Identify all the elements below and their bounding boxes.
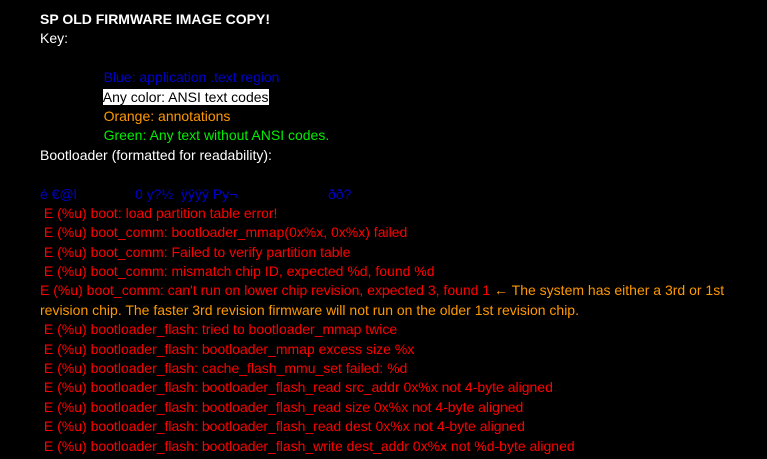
key-orange-text: Orange: annotations <box>103 107 231 124</box>
log-line: E (%u) bootloader_flash: bootloader_flas… <box>40 418 525 435</box>
revision-log-line: E (%u) boot_comm: can't run on lower chi… <box>40 281 740 320</box>
document: SP OLD FIRMWARE IMAGE COPY! Key: Blue: a… <box>40 10 740 456</box>
key-green-text: Green: Any text without ANSI codes. <box>103 127 330 144</box>
key-blue-text: Blue: application .text region <box>103 69 280 86</box>
log-line: E (%u) boot_comm: Failed to verify parti… <box>40 243 351 260</box>
log-line: E (%u) bootloader_flash: bootloader_flas… <box>40 379 553 396</box>
log-line: E (%u) bootloader_flash: bootloader_flas… <box>40 398 524 415</box>
key-label: Key: <box>40 30 69 47</box>
binary-segment: 0 y?½ ÿÿÿÿ Py¬ <box>135 185 238 202</box>
page-title: SP OLD FIRMWARE IMAGE COPY! <box>40 11 270 27</box>
binary-segment: ðð? <box>328 185 352 202</box>
log-line: E (%u) boot_comm: bootloader_mmap(0x%x, … <box>40 224 408 241</box>
log-line: E (%u) boot_comm: mismatch chip ID, expe… <box>40 263 435 280</box>
binary-text-line: é €@l 0 y?½ ÿÿÿÿ Py¬ ðð? <box>40 185 740 204</box>
log-line: E (%u) bootloader_flash: bootloader_mmap… <box>40 340 415 357</box>
revision-log-text: E (%u) boot_comm: can't run on lower chi… <box>40 282 491 299</box>
log-line: E (%u) bootloader_flash: tried to bootlo… <box>40 321 398 338</box>
log-line: E (%u) bootloader_flash: cache_flash_mmu… <box>40 360 408 377</box>
bootloader-heading: Bootloader (formatted for readability): <box>40 146 272 163</box>
log-line: E (%u) bootloader_flash: bootloader_flas… <box>40 437 575 454</box>
binary-segment: é €@l <box>40 185 77 202</box>
key-item-blue: Blue: application .text region <box>40 49 740 85</box>
log-line: E (%u) boot: load partition table error! <box>40 204 278 221</box>
key-ansi-text: Any color: ANSI text codes <box>102 88 269 105</box>
